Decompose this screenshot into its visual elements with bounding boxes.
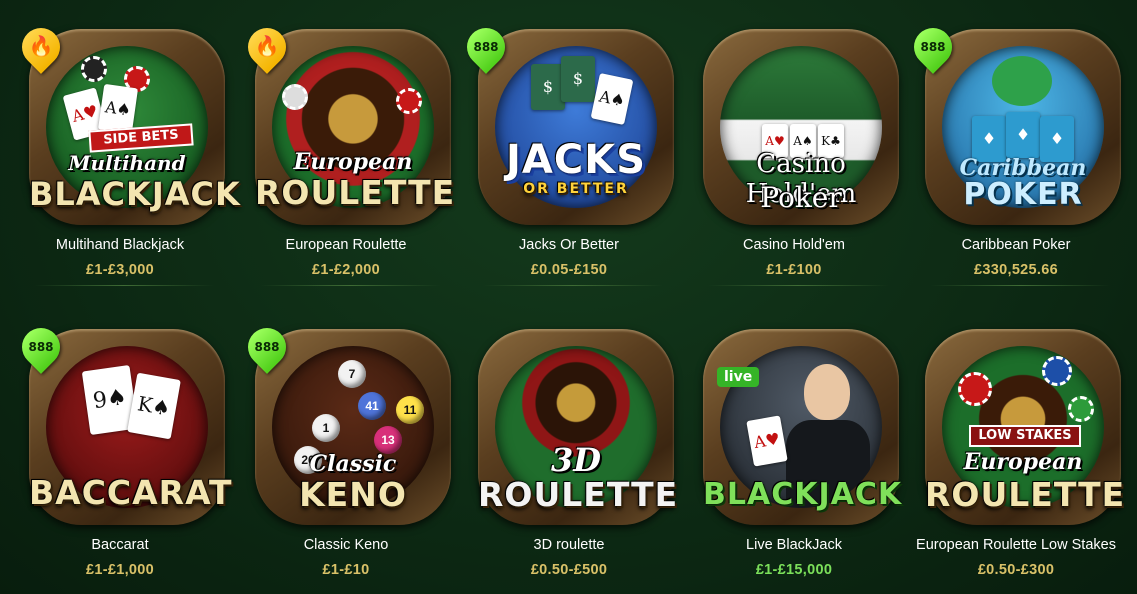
game-thumbnail[interactable]: 3D ROULETTE <box>478 329 679 525</box>
keno-ball-icon: 13 <box>374 426 402 454</box>
palm-tree-icon <box>992 56 1052 106</box>
keno-ball-icon: 1 <box>312 414 340 442</box>
live-badge: live <box>717 367 760 387</box>
game-tile-multihand-blackjack[interactable]: A♥ A♠ SIDE BETS Multihand BLACKJACK 🔥 Mu… <box>4 4 241 294</box>
game-tile-classic-keno[interactable]: 7 41 11 1 13 26 Classic KENO 888 Classic… <box>230 304 455 594</box>
888-icon: 888 <box>473 40 499 54</box>
game-stake-range: £0.50-£500 <box>530 562 608 578</box>
casino-chip-icon <box>958 372 992 406</box>
game-stake-range: £1-£100 <box>766 262 822 278</box>
game-name[interactable]: European Roulette Low Stakes <box>900 537 1132 553</box>
keno-ball-icon: 7 <box>338 360 366 388</box>
game-logo-title: ROULETTE <box>255 173 456 212</box>
game-thumbnail[interactable]: LOW STAKES European ROULETTE <box>925 329 1126 525</box>
game-stake-range: £1-£1,000 <box>85 562 154 578</box>
divider <box>483 285 663 286</box>
game-name[interactable]: Casino Hold'em <box>678 237 910 253</box>
game-tile-live-blackjack[interactable]: A♥ live BLACKJACK Live BlackJack £1-£15,… <box>678 304 903 594</box>
casino-chip-icon <box>396 88 422 114</box>
games-grid: A♥ A♠ SIDE BETS Multihand BLACKJACK 🔥 Mu… <box>0 0 1137 594</box>
game-name[interactable]: Caribbean Poker <box>900 237 1132 253</box>
playing-card-icon: $ <box>531 64 565 110</box>
game-logo-subtitle: European <box>963 449 1083 475</box>
888-icon: 888 <box>28 340 54 354</box>
casino-chip-icon <box>1042 356 1072 386</box>
888-badge: 888 <box>906 20 960 74</box>
game-thumbnail[interactable]: ♦ ♦ ♦ Caribbean POKER <box>925 29 1121 225</box>
keno-ball-icon: 41 <box>358 392 386 420</box>
888-icon: 888 <box>920 40 946 54</box>
game-logo-title: JACKS <box>506 137 646 183</box>
game-stake-range: £1-£10 <box>322 562 370 578</box>
game-tile-baccarat[interactable]: 9♠ K♠ BACCARAT 888 Baccarat £1-£1,000 <box>4 304 233 594</box>
game-logo-subtitle: Multihand <box>68 151 186 175</box>
game-tile-casino-holdem[interactable]: A♥ A♠ K♣ Casino Hold'em Poker Casino Hol… <box>678 4 903 294</box>
divider <box>34 285 214 286</box>
game-logo-title: ROULETTE <box>478 475 679 514</box>
keno-ball-icon: 11 <box>396 396 424 424</box>
game-thumbnail[interactable]: A♥ A♠ K♣ Casino Hold'em Poker <box>703 29 899 225</box>
game-tile-caribbean-poker[interactable]: ♦ ♦ ♦ Caribbean POKER 888 Caribbean Poke… <box>900 4 1125 294</box>
playing-card-icon: A♥ <box>746 415 788 467</box>
divider <box>930 285 1110 286</box>
game-name[interactable]: Live BlackJack <box>678 537 910 553</box>
game-logo-title: ROULETTE <box>925 475 1126 514</box>
game-name[interactable]: Multihand Blackjack <box>4 237 236 253</box>
888-badge: 888 <box>459 20 513 74</box>
playing-card-icon: A♠ <box>590 72 634 126</box>
game-logo-subtitle: 3D <box>550 441 601 479</box>
game-logo-title: BACCARAT <box>29 473 233 512</box>
game-tile-european-roulette-low-stakes[interactable]: LOW STAKES European ROULETTE European Ro… <box>900 304 1125 594</box>
hot-badge: 🔥 <box>14 20 68 74</box>
casino-chip-icon <box>1068 396 1094 422</box>
playing-card-icon: ♦ <box>1006 112 1040 158</box>
game-name[interactable]: Classic Keno <box>230 537 462 553</box>
game-thumbnail[interactable]: $ $ A♠ JACKS OR BETTER <box>478 29 674 225</box>
game-logo-subtitle: OR BETTER <box>523 181 629 197</box>
game-logo-title: BLACKJACK <box>29 175 241 213</box>
game-name[interactable]: European Roulette <box>230 237 462 253</box>
888-badge: 888 <box>14 320 68 374</box>
playing-card-icon: K♠ <box>127 372 181 440</box>
game-stake-range: £1-£2,000 <box>311 262 380 278</box>
game-logo-title: POKER <box>963 177 1083 212</box>
game-logo-subtitle: Poker <box>760 181 842 214</box>
game-tile-jacks-or-better[interactable]: $ $ A♠ JACKS OR BETTER 888 Jacks Or Bett… <box>453 4 678 294</box>
divider <box>708 285 888 286</box>
hot-badge: 🔥 <box>240 20 294 74</box>
game-name[interactable]: 3D roulette <box>453 537 685 553</box>
fire-icon: 🔥 <box>254 36 280 58</box>
playing-card-icon: $ <box>561 56 595 102</box>
fire-icon: 🔥 <box>28 36 54 58</box>
game-name[interactable]: Baccarat <box>4 537 236 553</box>
888-icon: 888 <box>254 340 280 354</box>
casino-chip-icon <box>282 84 308 110</box>
low-stakes-banner: LOW STAKES <box>969 425 1081 447</box>
game-logo-subtitle: Classic <box>309 451 397 477</box>
game-name[interactable]: Jacks Or Better <box>453 237 685 253</box>
game-stake-range: £0.50-£300 <box>977 562 1055 578</box>
game-tile-european-roulette[interactable]: European ROULETTE 🔥 European Roulette £1… <box>230 4 455 294</box>
casino-chip-icon <box>81 56 107 82</box>
game-stake-range: £1-£15,000 <box>755 562 833 578</box>
game-logo-title: BLACKJACK <box>703 477 903 512</box>
dealer-face-icon <box>804 364 850 420</box>
game-stake-range: £330,525.66 <box>974 262 1058 278</box>
game-thumbnail[interactable]: A♥ live BLACKJACK <box>703 329 903 525</box>
888-badge: 888 <box>240 320 294 374</box>
game-stake-range: £1-£3,000 <box>85 262 154 278</box>
game-logo-title: KENO <box>299 475 407 514</box>
game-logo-subtitle: European <box>293 149 413 175</box>
game-tile-3d-roulette[interactable]: 3D ROULETTE 3D roulette £0.50-£500 <box>453 304 678 594</box>
divider <box>260 285 440 286</box>
game-stake-range: £0.05-£150 <box>530 262 608 278</box>
